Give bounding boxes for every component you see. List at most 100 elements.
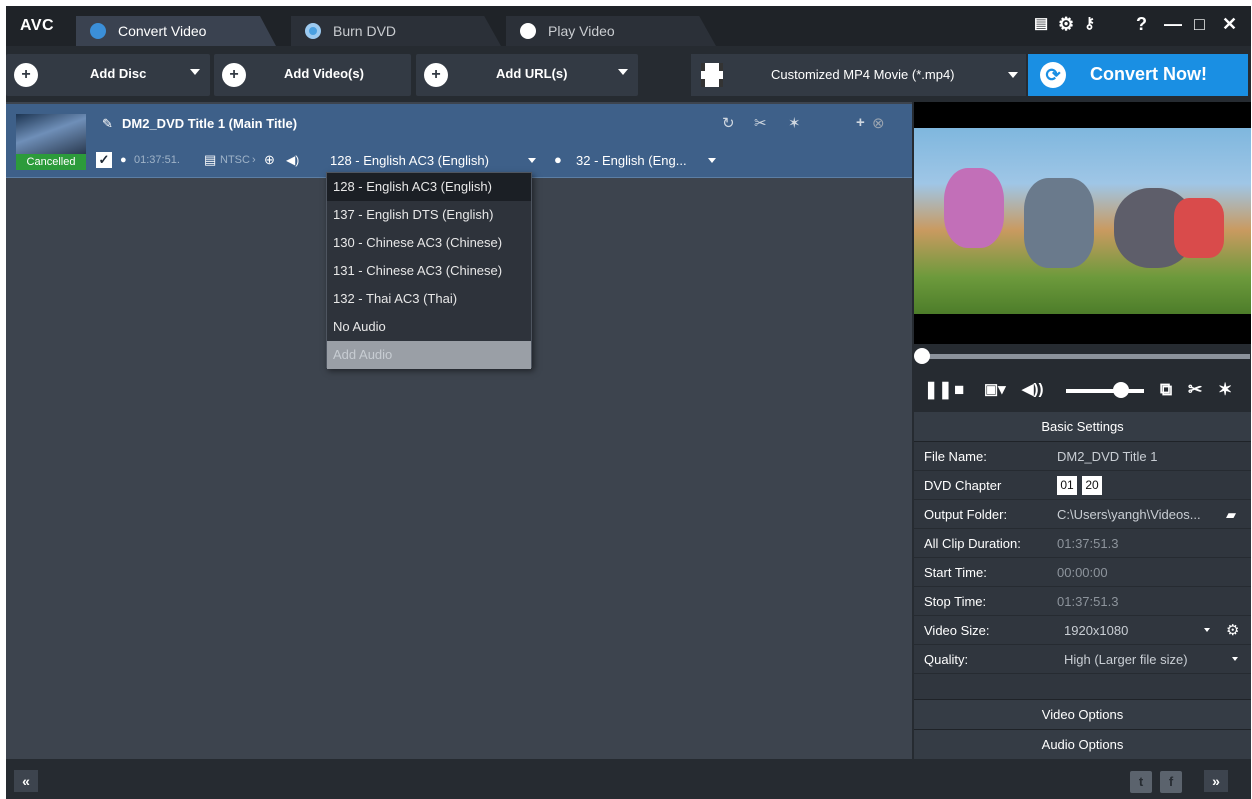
file-name-field[interactable]: DM2_DVD Title 1 <box>1057 442 1157 471</box>
seek-track[interactable] <box>920 354 1250 359</box>
right-panel: ❚❚ ■ ▣▾ ◀)) ⧉ ✂ ✶ Basic Settings File Na… <box>914 102 1251 759</box>
dropdown-option[interactable]: 130 - Chinese AC3 (Chinese) <box>327 229 531 257</box>
clock-icon: ● <box>120 154 127 166</box>
dropdown-option-add-audio[interactable]: Add Audio <box>327 341 531 369</box>
app-logo: AVC <box>20 17 55 34</box>
subtitle-icon: ● <box>554 152 562 167</box>
list-item[interactable]: Cancelled ✎ DM2_DVD Title 1 (Main Title)… <box>6 104 912 178</box>
row-video-size: Video Size: 1920x1080 ⚙ <box>914 616 1251 645</box>
crop-icon[interactable]: ⧉ <box>1160 380 1172 400</box>
tab-convert-video[interactable]: Convert Video <box>76 16 276 46</box>
video-preview[interactable] <box>914 102 1251 344</box>
row-dvd-chapter: DVD Chapter 01 20 <box>914 471 1251 500</box>
volume-icon[interactable]: ◀)) <box>1022 380 1044 398</box>
output-profile-label: Customized MP4 Movie (*.mp4) <box>771 67 955 82</box>
remove-icon[interactable]: ⊗ <box>872 114 885 132</box>
tab-play-video[interactable]: Play Video <box>506 16 716 46</box>
refresh-icon: ⟳ <box>1040 62 1066 88</box>
facebook-icon[interactable]: f <box>1160 771 1182 793</box>
output-folder-field[interactable]: C:\Users\yangh\Videos... <box>1057 500 1201 529</box>
add-url-button[interactable]: + Add URL(s) <box>416 54 638 96</box>
snapshot-icon[interactable]: ▣▾ <box>984 380 1006 398</box>
chevron-down-icon[interactable] <box>1204 628 1210 632</box>
label: Output Folder: <box>924 507 1008 522</box>
pause-icon[interactable]: ❚❚ <box>924 380 953 400</box>
label: DVD Chapter <box>924 478 1002 493</box>
add-url-label: Add URL(s) <box>496 66 568 81</box>
video-size-select[interactable]: 1920x1080 <box>1064 616 1128 645</box>
settings-header[interactable]: Basic Settings <box>914 412 1251 442</box>
tab-burn-dvd[interactable]: Burn DVD <box>291 16 501 46</box>
video-thumbnail <box>16 114 86 154</box>
gear-icon[interactable]: ⚙ <box>1058 14 1074 35</box>
minimize-button[interactable]: — <box>1164 14 1182 35</box>
effects-icon[interactable]: ✶ <box>788 114 801 132</box>
expand-button[interactable]: » <box>1204 770 1228 792</box>
chapter-start-input[interactable]: 01 <box>1057 476 1077 495</box>
chapter-end-input[interactable]: 20 <box>1082 476 1102 495</box>
label: Quality: <box>924 652 969 667</box>
dropdown-option[interactable]: No Audio <box>327 313 531 341</box>
convert-now-label: Convert Now! <box>1090 64 1207 84</box>
subtitle-track-select[interactable]: 32 - English (Eng... <box>576 153 726 171</box>
key-icon[interactable]: ⚷ <box>1084 14 1095 32</box>
output-profile-select[interactable]: Customized MP4 Movie (*.mp4) <box>691 54 1026 96</box>
add-videos-button[interactable]: + Add Video(s) <box>214 54 411 96</box>
audio-track-select[interactable]: 128 - English AC3 (English) <box>330 153 540 171</box>
quality-select[interactable]: High (Larger file size) <box>1064 645 1188 674</box>
dropdown-option[interactable]: 131 - Chinese AC3 (Chinese) <box>327 257 531 285</box>
preview-shape <box>944 168 1004 248</box>
seek-bar[interactable] <box>914 348 1251 364</box>
collapse-button[interactable]: « <box>14 770 38 792</box>
add-icon[interactable]: + <box>856 114 865 131</box>
scissors-icon[interactable]: ✂ <box>754 114 767 132</box>
chevron-down-icon <box>528 158 536 163</box>
audio-options-button[interactable]: Audio Options <box>914 729 1251 759</box>
gear-icon[interactable]: ⚙ <box>1226 616 1239 645</box>
chevron-down-icon[interactable] <box>618 69 628 75</box>
preview-shape <box>1174 198 1224 258</box>
dropdown-option[interactable]: 137 - English DTS (English) <box>327 201 531 229</box>
basic-settings-panel: Basic Settings File Name: DM2_DVD Title … <box>914 412 1251 759</box>
scissors-icon[interactable]: ✂ <box>1188 380 1202 400</box>
start-time-value[interactable]: 00:00:00 <box>1057 558 1108 587</box>
pencil-icon[interactable]: ✎ <box>102 116 113 132</box>
effects-icon[interactable]: ✶ <box>1218 380 1232 400</box>
dropdown-option[interactable]: 132 - Thai AC3 (Thai) <box>327 285 531 313</box>
convert-now-button[interactable]: ⟳ Convert Now! <box>1028 54 1248 96</box>
tab-label: Burn DVD <box>333 23 397 39</box>
register-icon[interactable]: ▤ <box>1034 14 1048 32</box>
dropdown-option[interactable]: 128 - English AC3 (English) <box>327 173 531 201</box>
film-icon <box>701 63 723 87</box>
chevron-down-icon[interactable] <box>1008 72 1018 78</box>
item-title[interactable]: DM2_DVD Title 1 (Main Title) <box>122 116 297 131</box>
chevron-down-icon[interactable] <box>1232 657 1238 661</box>
stop-icon[interactable]: ■ <box>954 380 964 400</box>
globe-icon[interactable]: ⊕ <box>264 152 275 168</box>
label: Stop Time: <box>924 594 987 609</box>
tab-label: Play Video <box>548 23 615 39</box>
label: File Name: <box>924 449 987 464</box>
volume-knob[interactable] <box>1112 382 1129 398</box>
add-videos-label: Add Video(s) <box>284 66 364 81</box>
stop-time-value[interactable]: 01:37:51.3 <box>1057 587 1118 616</box>
subtitle-track-value: 32 - English (Eng... <box>576 153 687 168</box>
video-options-button[interactable]: Video Options <box>914 699 1251 729</box>
row-file-name: File Name: DM2_DVD Title 1 <box>914 442 1251 471</box>
add-disc-button[interactable]: + Add Disc <box>6 54 210 96</box>
close-button[interactable]: ✕ <box>1222 14 1237 35</box>
volume-track[interactable] <box>1066 389 1144 393</box>
player-controls: ❚❚ ■ ▣▾ ◀)) ⧉ ✂ ✶ <box>914 370 1251 410</box>
label: Start Time: <box>924 565 987 580</box>
chevron-down-icon[interactable] <box>190 69 200 75</box>
seek-knob[interactable] <box>914 348 930 364</box>
add-video-icon: + <box>222 63 246 87</box>
maximize-button[interactable]: □ <box>1194 14 1205 35</box>
video-standard: NTSC <box>220 154 250 166</box>
folder-icon[interactable]: ▰ <box>1226 500 1236 529</box>
twitter-icon[interactable]: t <box>1130 771 1152 793</box>
row-all-clip-duration: All Clip Duration: 01:37:51.3 <box>914 529 1251 558</box>
reset-icon[interactable]: ↻ <box>722 114 735 132</box>
item-checkbox[interactable]: ✓ <box>96 152 112 168</box>
help-button[interactable]: ? <box>1136 14 1147 35</box>
